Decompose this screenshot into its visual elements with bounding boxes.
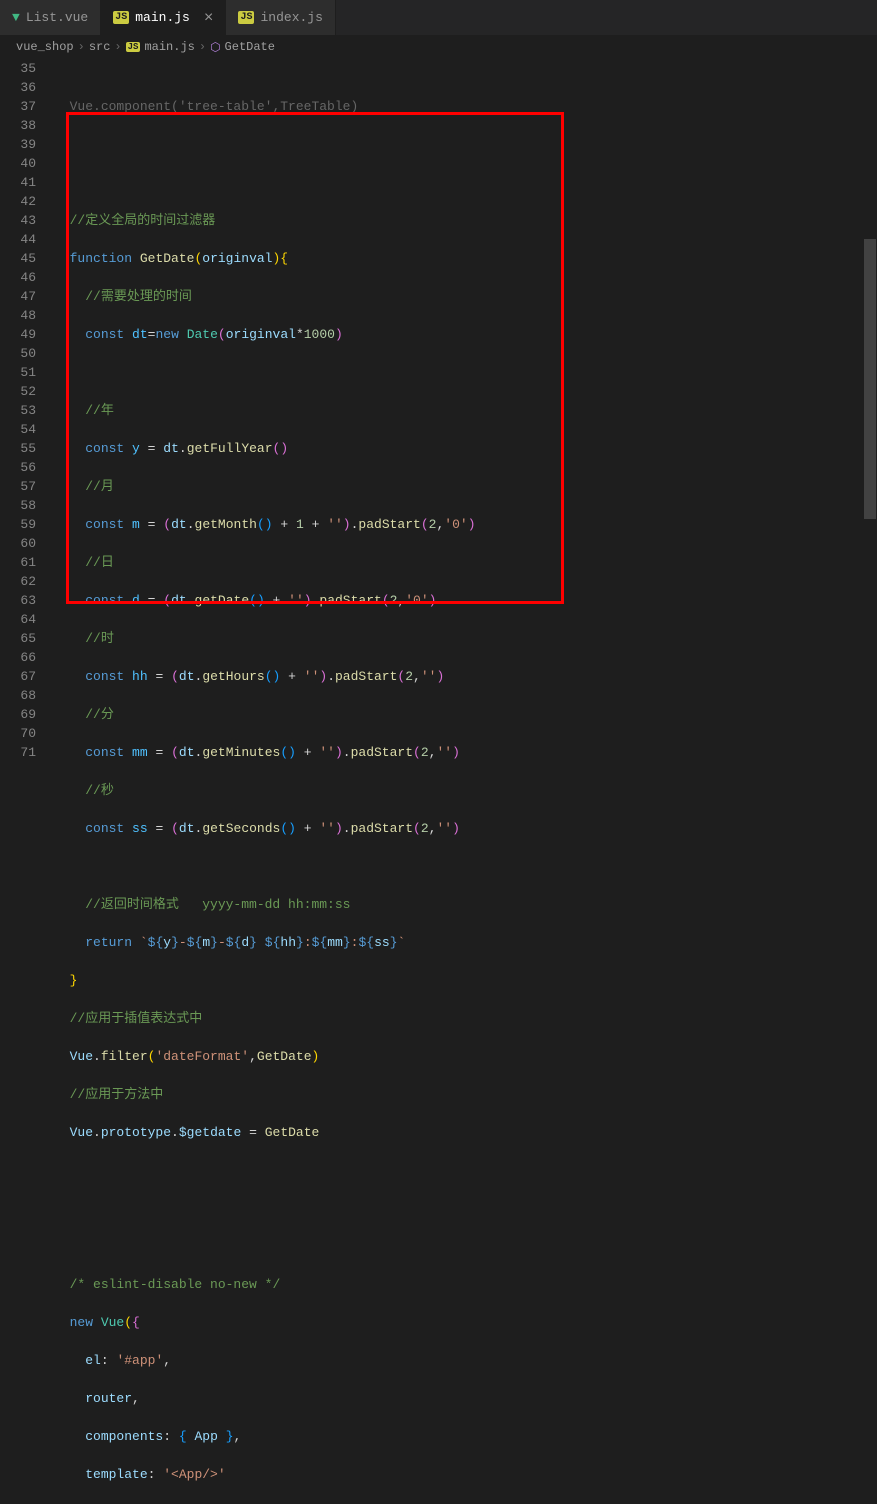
line-number-gutter: 353637 383940 414243 444546 474849 50515… (0, 59, 54, 1504)
tab-label: List.vue (26, 10, 88, 25)
tab-label: main.js (135, 10, 190, 25)
scrollbar-thumb[interactable] (864, 239, 876, 519)
code-editor[interactable]: 353637 383940 414243 444546 474849 50515… (0, 59, 877, 1504)
breadcrumb-item[interactable]: src (89, 40, 111, 54)
js-icon: JS (113, 11, 129, 24)
chevron-right-icon: › (114, 40, 121, 54)
js-icon: JS (238, 11, 254, 24)
code-content[interactable]: Vue.component('tree-table',TreeTable) //… (54, 59, 877, 1504)
vertical-scrollbar[interactable] (863, 59, 877, 749)
js-icon: JS (126, 42, 141, 52)
vue-icon: ▼ (12, 10, 20, 25)
breadcrumb: vue_shop › src › JS main.js › ⬡ GetDate (0, 35, 877, 59)
chevron-right-icon: › (78, 40, 85, 54)
tab-list-vue[interactable]: ▼ List.vue (0, 0, 101, 35)
method-icon: ⬡ (210, 40, 220, 55)
breadcrumb-item[interactable]: main.js (144, 40, 194, 54)
breadcrumb-item[interactable]: GetDate (225, 40, 275, 54)
editor-tabs: ▼ List.vue JS main.js × JS index.js (0, 0, 877, 35)
breadcrumb-item[interactable]: vue_shop (16, 40, 74, 54)
chevron-right-icon: › (199, 40, 206, 54)
tab-label: index.js (260, 10, 322, 25)
close-icon[interactable]: × (204, 9, 214, 27)
tab-main-js[interactable]: JS main.js × (101, 0, 226, 35)
tab-index-js[interactable]: JS index.js (226, 0, 335, 35)
